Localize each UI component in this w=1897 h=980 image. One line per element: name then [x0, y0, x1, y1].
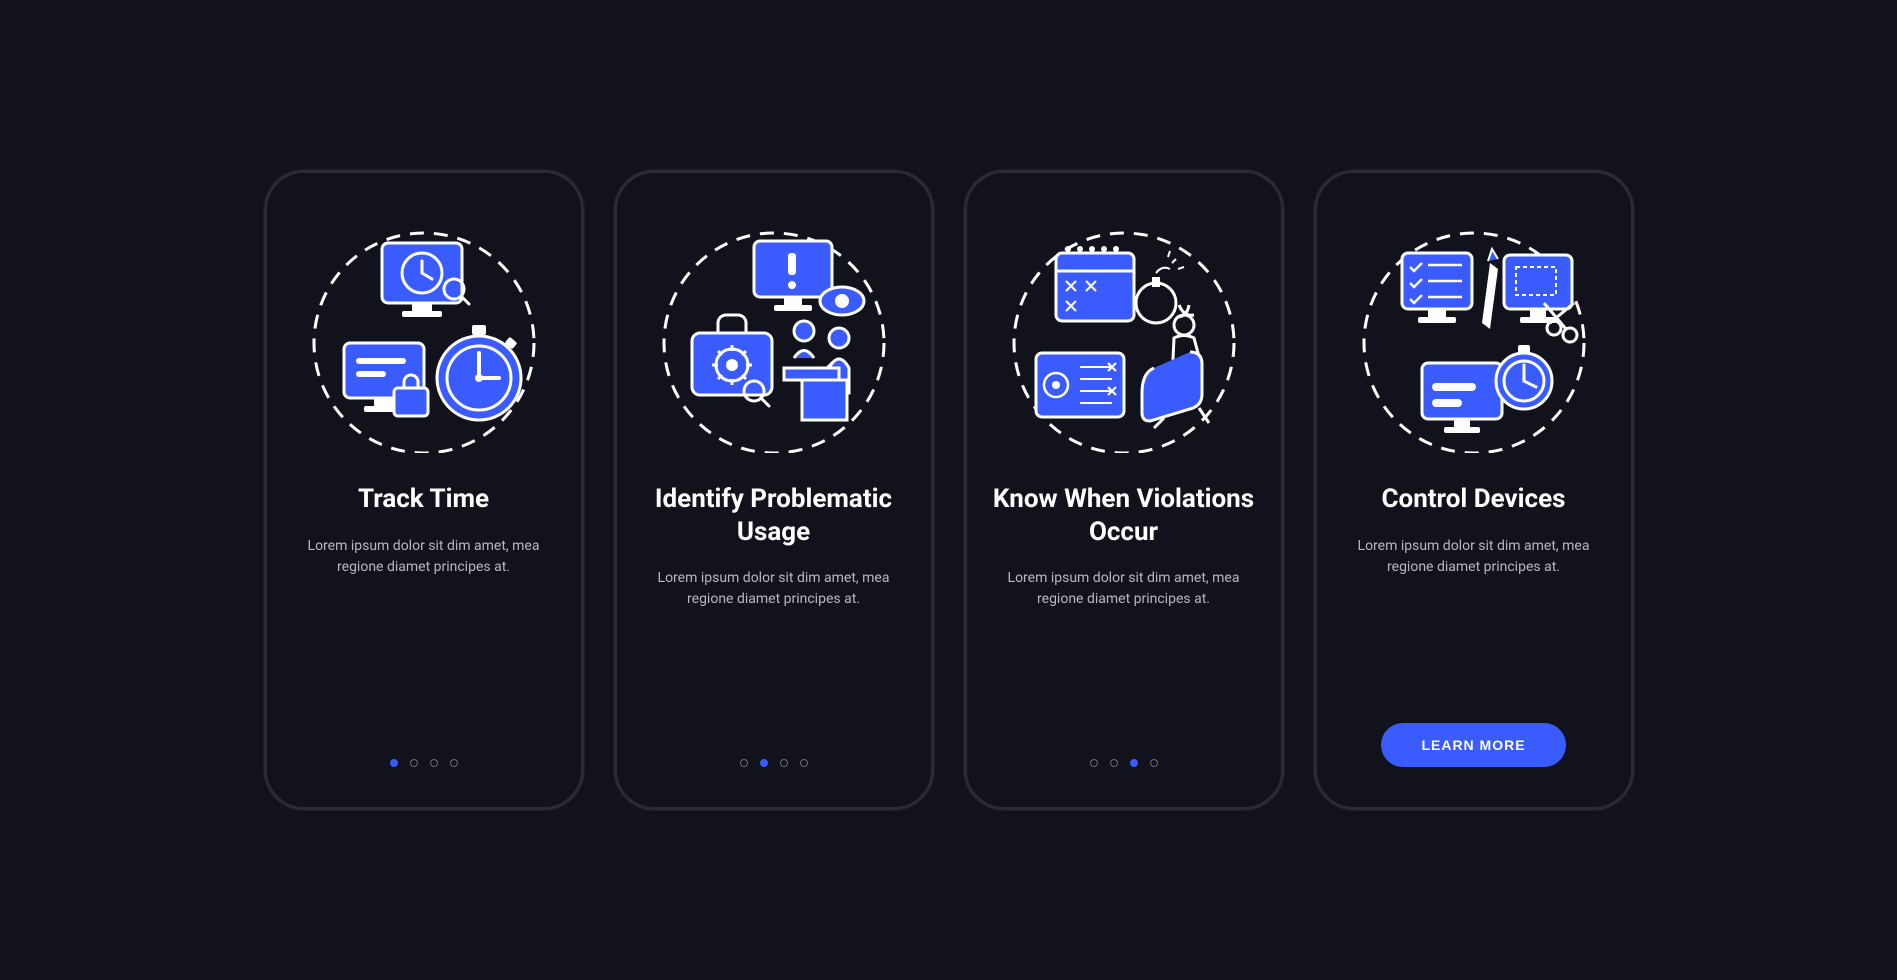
screen-title: Identify Problematic Usage — [641, 483, 907, 548]
pagination-dots — [740, 759, 808, 777]
identify-usage-icon — [654, 213, 894, 453]
dot-4[interactable] — [450, 759, 458, 767]
screen-title: Control Devices — [1382, 483, 1566, 516]
dot-2[interactable] — [760, 759, 768, 767]
track-time-icon — [304, 213, 544, 453]
dot-2[interactable] — [1110, 759, 1118, 767]
dot-4[interactable] — [800, 759, 808, 767]
dot-1[interactable] — [390, 759, 398, 767]
dot-3[interactable] — [780, 759, 788, 767]
screen-description: Lorem ipsum dolor sit dim amet, mea regi… — [291, 536, 557, 760]
onboarding-screens: Track Time Lorem ipsum dolor sit dim ame… — [264, 170, 1634, 810]
pagination-dots — [1090, 759, 1158, 777]
onboarding-screen-4: Control Devices Lorem ipsum dolor sit di… — [1314, 170, 1634, 810]
onboarding-screen-3: Know When Violations Occur Lorem ipsum d… — [964, 170, 1284, 810]
control-devices-icon — [1354, 213, 1594, 453]
dot-3[interactable] — [1130, 759, 1138, 767]
onboarding-screen-2: Identify Problematic Usage Lorem ipsum d… — [614, 170, 934, 810]
learn-more-button[interactable]: LEARN MORE — [1381, 723, 1565, 767]
dot-1[interactable] — [1090, 759, 1098, 767]
pagination-dots — [390, 759, 458, 777]
screen-description: Lorem ipsum dolor sit dim amet, mea regi… — [1341, 536, 1607, 724]
onboarding-screen-1: Track Time Lorem ipsum dolor sit dim ame… — [264, 170, 584, 810]
dot-3[interactable] — [430, 759, 438, 767]
screen-title: Know When Violations Occur — [991, 483, 1257, 548]
dot-2[interactable] — [410, 759, 418, 767]
violations-icon — [1004, 213, 1244, 453]
screen-description: Lorem ipsum dolor sit dim amet, mea regi… — [641, 568, 907, 759]
screen-title: Track Time — [358, 483, 489, 516]
screen-description: Lorem ipsum dolor sit dim amet, mea regi… — [991, 568, 1257, 759]
dot-1[interactable] — [740, 759, 748, 767]
dot-4[interactable] — [1150, 759, 1158, 767]
